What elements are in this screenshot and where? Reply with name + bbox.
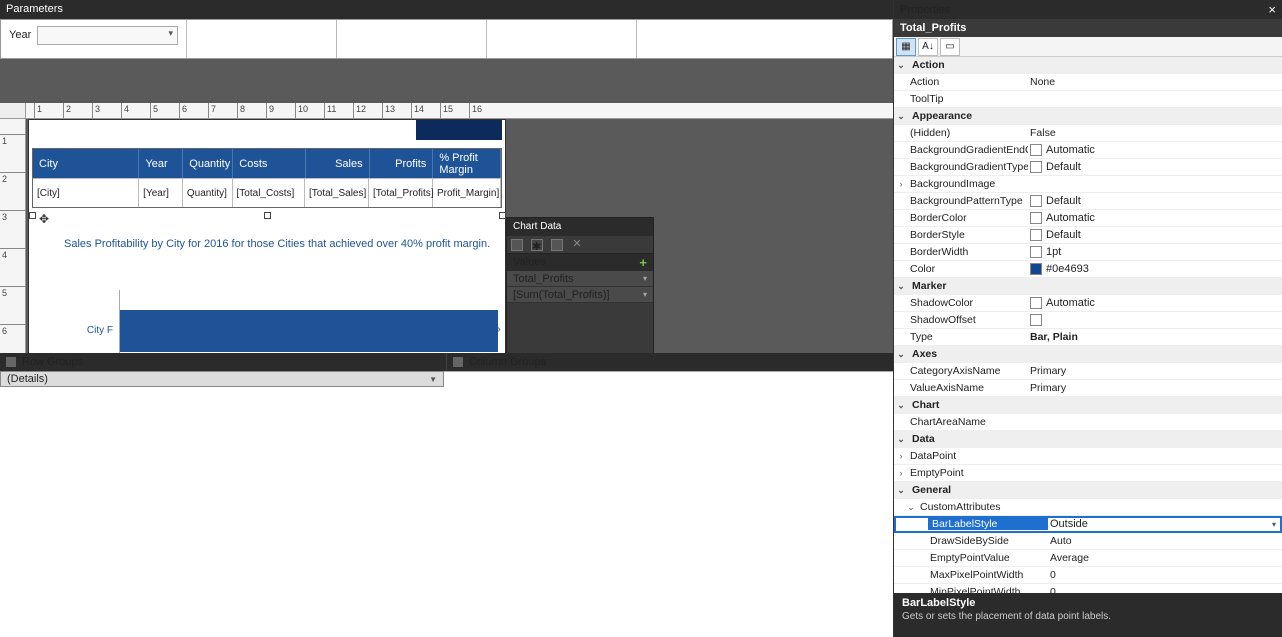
prop-tooltip[interactable]: ToolTip <box>908 93 1028 105</box>
expand-icon[interactable]: ⌄ <box>894 281 908 292</box>
cell-quantity[interactable]: Quantity] <box>183 178 233 207</box>
property-description: BarLabelStyle Gets or sets the placement… <box>894 593 1282 637</box>
prop-value-axis[interactable]: ValueAxisName <box>908 382 1028 394</box>
prop-bg-image[interactable]: BackgroundImage <box>908 178 1028 190</box>
prop-border-color[interactable]: BorderColor <box>908 212 1028 224</box>
prop-border-width[interactable]: BorderWidth <box>908 246 1028 258</box>
col-quantity[interactable]: Quantity <box>183 149 233 178</box>
chart-data-tool[interactable] <box>511 239 523 251</box>
add-value-icon[interactable]: + <box>639 254 647 271</box>
row-group-details[interactable]: (Details)▼ <box>0 371 444 387</box>
chart-data-panel[interactable]: Chart Data ✱ ✕ Values + Total_Profits▾ [… <box>506 217 654 353</box>
horizontal-ruler: 12345678910111213141516 <box>26 103 893 118</box>
cell-costs[interactable]: [Total_Costs] <box>233 178 305 207</box>
selection-move-handle[interactable]: ✥ <box>39 212 49 226</box>
expand-icon[interactable]: › <box>894 468 908 478</box>
prop-datapoint[interactable]: DataPoint <box>908 450 1028 462</box>
prop-border-style[interactable]: BorderStyle <box>908 229 1028 241</box>
prop-hidden[interactable]: (Hidden) <box>908 127 1028 139</box>
prop-bg-end-color[interactable]: BackgroundGradientEndColor <box>908 144 1028 156</box>
expand-icon[interactable]: › <box>894 179 908 189</box>
prop-draw-side[interactable]: DrawSideBySide <box>928 535 1048 547</box>
col-sales[interactable]: Sales <box>306 149 370 178</box>
expand-icon[interactable]: › <box>894 451 908 461</box>
prop-empty-point-value[interactable]: EmptyPointValue <box>928 552 1048 564</box>
expand-icon[interactable]: ⌄ <box>894 434 908 445</box>
col-costs[interactable]: Costs <box>233 149 306 178</box>
prop-category-axis[interactable]: CategoryAxisName <box>908 365 1028 377</box>
expand-icon[interactable]: ⌄ <box>894 60 908 71</box>
category-label: City F <box>75 325 113 336</box>
row-groups-icon <box>6 357 16 367</box>
param-year-label: Year <box>9 26 31 41</box>
param-year-select[interactable] <box>37 26 178 45</box>
chart-data-tool[interactable] <box>551 239 563 251</box>
expand-icon[interactable]: ⌄ <box>894 485 908 496</box>
row-groups-header[interactable]: Row Groups <box>0 353 447 371</box>
chart-region[interactable]: City F «Expr» City E «Expr» City D «Expr… <box>49 260 503 353</box>
col-margin[interactable]: % Profit Margin <box>433 149 501 178</box>
property-pages-button[interactable]: ▭ <box>940 38 960 56</box>
properties-header: Properties × <box>894 0 1282 19</box>
alphabetical-button[interactable]: A↓ <box>918 38 938 56</box>
prop-shadow-color[interactable]: ShadowColor <box>908 297 1028 309</box>
prop-max-pixel[interactable]: MaxPixelPointWidth <box>928 569 1048 581</box>
cell-city[interactable]: [City] <box>33 178 139 207</box>
values-label: Values <box>513 254 546 271</box>
categorized-button[interactable]: ▦ <box>896 38 916 56</box>
cell-margin[interactable]: Profit_Margin] <box>433 178 501 207</box>
prop-emptypoint[interactable]: EmptyPoint <box>908 467 1028 479</box>
column-groups-label: Column Groups <box>469 356 546 368</box>
property-grid[interactable]: ⌄Action ActionNone ToolTip ⌄Appearance (… <box>894 57 1282 593</box>
prop-shadow-offset[interactable]: ShadowOffset <box>908 314 1028 326</box>
row-groups-label: Row Groups <box>22 356 83 368</box>
chart-data-title: Chart Data <box>507 218 653 236</box>
prop-bg-gradient-type[interactable]: BackgroundGradientType <box>908 161 1028 173</box>
col-year[interactable]: Year <box>139 149 183 178</box>
properties-toolbar: ▦ A↓ ▭ <box>894 37 1282 57</box>
chart-data-delete[interactable]: ✕ <box>571 239 583 251</box>
expand-icon[interactable]: ⌄ <box>894 111 908 122</box>
resize-handle[interactable] <box>264 212 271 219</box>
bar-data-label: «Expr» <box>469 324 501 335</box>
properties-object-name[interactable]: Total_Profits <box>894 19 1282 37</box>
prop-min-pixel[interactable]: MinPixelPointWidth <box>928 586 1048 593</box>
parameters-body: Year <box>0 19 893 59</box>
col-profits[interactable]: Profits <box>370 149 434 178</box>
prop-custom-attributes[interactable]: CustomAttributes <box>918 501 1038 513</box>
cell-profits[interactable]: [Total_Profits] <box>369 178 433 207</box>
prop-type[interactable]: Type <box>908 331 1028 343</box>
prop-action[interactable]: Action <box>908 76 1028 88</box>
parameters-panel-header: Parameters <box>0 0 893 19</box>
column-groups-icon <box>453 357 463 367</box>
design-canvas[interactable]: City Year Quantity Costs Sales Profits %… <box>26 119 893 353</box>
header-decoration <box>416 120 502 140</box>
prop-chart-area[interactable]: ChartAreaName <box>908 416 1028 428</box>
col-city[interactable]: City <box>33 149 139 178</box>
expand-icon[interactable]: ⌄ <box>894 400 908 411</box>
tablix[interactable]: City Year Quantity Costs Sales Profits %… <box>32 148 502 208</box>
value-agg-item[interactable]: [Sum(Total_Profits)]▾ <box>507 287 653 303</box>
chart-title-text[interactable]: Sales Profitability by City for 2016 for… <box>64 238 490 250</box>
expand-icon[interactable]: ⌄ <box>894 502 918 513</box>
cell-sales[interactable]: [Total_Sales] <box>305 178 369 207</box>
chart-data-tool[interactable]: ✱ <box>531 239 543 251</box>
expand-icon[interactable]: ⌄ <box>894 349 908 360</box>
value-series-item[interactable]: Total_Profits▾ <box>507 271 653 287</box>
prop-bg-pattern[interactable]: BackgroundPatternType <box>908 195 1028 207</box>
prop-color[interactable]: Color <box>908 263 1028 275</box>
report-page[interactable]: City Year Quantity Costs Sales Profits %… <box>28 119 506 353</box>
properties-close-button[interactable]: × <box>1268 2 1276 17</box>
cell-year[interactable]: [Year] <box>139 178 183 207</box>
vertical-ruler: 12345678910 <box>0 119 26 353</box>
values-section[interactable]: Values + <box>507 254 653 271</box>
resize-handle[interactable] <box>499 212 506 219</box>
column-groups-header[interactable]: Column Groups <box>447 353 893 371</box>
prop-bar-label-style[interactable]: BarLabelStyle <box>928 518 1048 530</box>
chart-bar[interactable] <box>120 310 498 352</box>
resize-handle[interactable] <box>29 212 36 219</box>
